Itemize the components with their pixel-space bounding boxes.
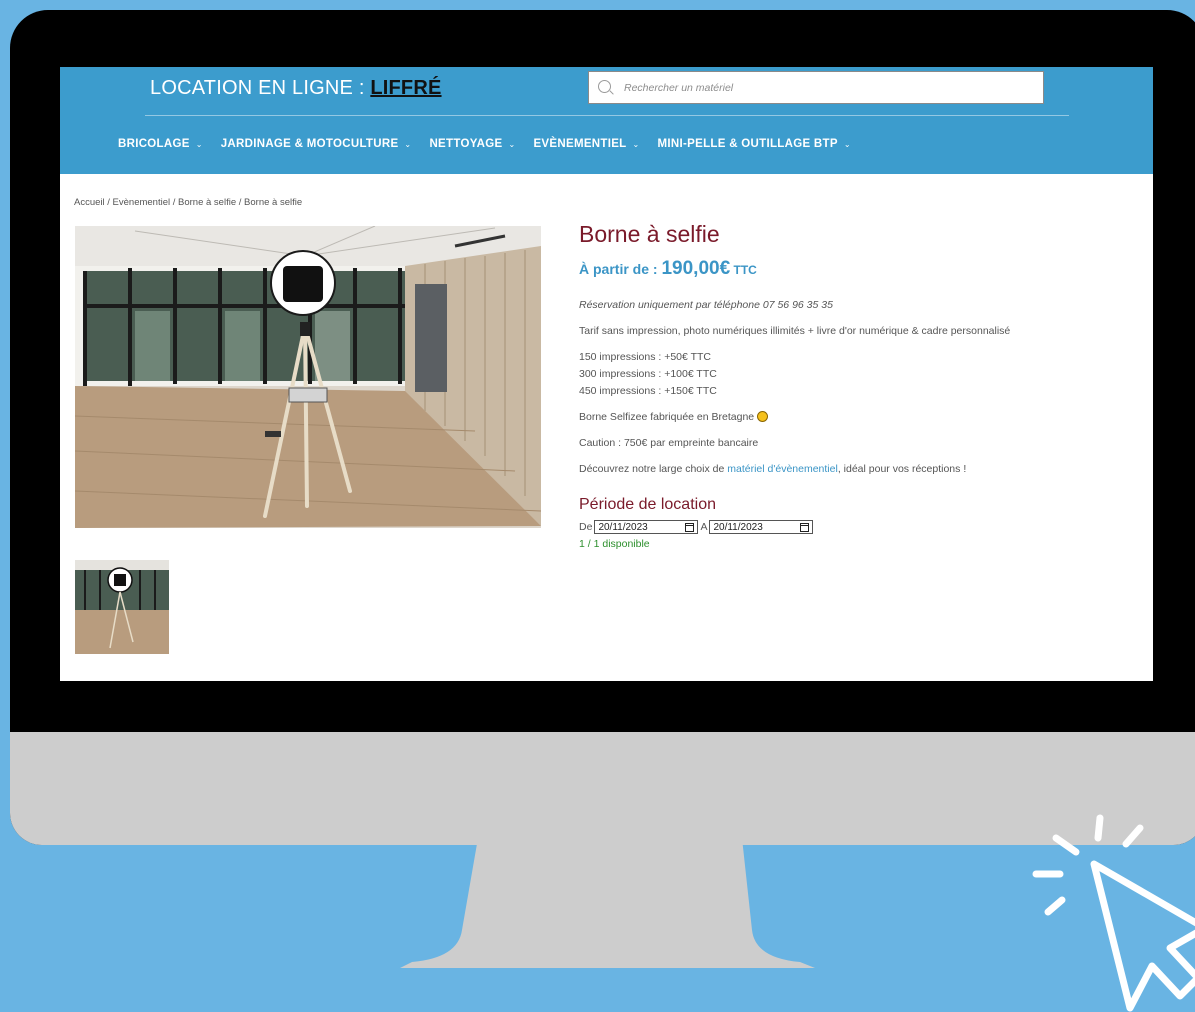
- reservation-note: Réservation uniquement par téléphone 07 …: [579, 299, 833, 311]
- calendar-icon[interactable]: [685, 522, 695, 532]
- price-suffix: TTC: [730, 263, 757, 277]
- header-divider: [145, 115, 1069, 116]
- end-date-input[interactable]: 20/11/2023: [709, 520, 814, 534]
- chevron-down-icon: ⌄: [404, 139, 412, 149]
- print-option: 450 impressions : +150€ TTC: [579, 385, 717, 397]
- discover-prefix: Découvrez notre large choix de: [579, 463, 728, 475]
- nav-item-label: EVÈNEMENTIEL: [533, 138, 627, 150]
- nav-item-nettoyage[interactable]: NETTOYAGE ⌄: [429, 138, 515, 150]
- site-title-prefix: LOCATION EN LIGNE :: [150, 77, 371, 99]
- product-thumbnail-photo: [75, 560, 169, 654]
- product-price: À partir de : 190,00€ TTC: [579, 258, 1099, 280]
- print-option: 300 impressions : +100€ TTC: [579, 368, 717, 380]
- calendar-icon[interactable]: [800, 522, 810, 532]
- origin-note: Borne Selfizee fabriquée en Bretagne: [579, 409, 1099, 426]
- nav-item-label: MINI-PELLE & OUTILLAGE BTP: [657, 138, 838, 150]
- nav-item-label: NETTOYAGE: [429, 138, 503, 150]
- discover-suffix: , idéal pour vos réceptions !: [837, 463, 967, 475]
- from-label: De: [579, 521, 593, 533]
- monitor: LOCATION EN LIGNE : LIFFRÉ BRICOLAGE ⌄ JA…: [10, 10, 1195, 845]
- search-icon: [598, 80, 611, 93]
- to-label: A: [700, 521, 708, 533]
- cursor-click-icon: [1032, 814, 1195, 1012]
- site-header: LOCATION EN LIGNE : LIFFRÉ BRICOLAGE ⌄ JA…: [60, 67, 1153, 174]
- discover-note: Découvrez notre large choix de matériel …: [579, 461, 1099, 478]
- product-main-image[interactable]: [75, 226, 541, 528]
- nav-item-label: JARDINAGE & MOTOCULTURE: [220, 138, 399, 150]
- monitor-chin: [10, 732, 1195, 845]
- price-value: 190,00€: [661, 258, 731, 279]
- site-title[interactable]: LOCATION EN LIGNE : LIFFRÉ: [150, 77, 442, 100]
- nav-item-evenementiel[interactable]: EVÈNEMENTIEL ⌄: [533, 138, 639, 150]
- smiley-icon: [757, 411, 769, 422]
- print-option: 150 impressions : +50€ TTC: [579, 351, 711, 363]
- price-prefix: À partir de :: [579, 261, 662, 277]
- end-date-value: 20/11/2023: [713, 521, 763, 533]
- nav-item-label: BRICOLAGE: [118, 138, 190, 150]
- caution-text: : 750€ par empreinte bancaire: [615, 437, 759, 449]
- origin-text: Borne Selfizee fabriquée en Bretagne: [579, 411, 758, 423]
- main-nav: BRICOLAGE ⌄ JARDINAGE & MOTOCULTURE ⌄ NETT…: [118, 138, 869, 150]
- caution-label: Caution: [579, 437, 616, 449]
- start-date-value: 20/11/2023: [598, 521, 648, 533]
- print-options: 150 impressions : +50€ TTC 300 impressio…: [579, 349, 1099, 400]
- search-box[interactable]: [588, 71, 1044, 104]
- chevron-down-icon: ⌄: [195, 139, 203, 149]
- product-title: Borne à selfie: [579, 221, 720, 247]
- chevron-down-icon: ⌄: [508, 139, 516, 149]
- caution-note: Caution : 750€ par empreinte bancaire: [579, 435, 1099, 452]
- chevron-down-icon: ⌄: [632, 139, 640, 149]
- availability-status: 1 / 1 disponible: [579, 538, 650, 550]
- chevron-down-icon: ⌄: [843, 139, 851, 149]
- site-title-city-link[interactable]: LIFFRÉ: [370, 77, 441, 99]
- product-details: Borne à selfie À partir de : 190,00€ TTC…: [579, 221, 1099, 550]
- search-input[interactable]: [622, 76, 1026, 100]
- browser-screen: LOCATION EN LIGNE : LIFFRÉ BRICOLAGE ⌄ JA…: [60, 67, 1153, 681]
- nav-item-mini-pelle[interactable]: MINI-PELLE & OUTILLAGE BTP ⌄: [658, 138, 851, 150]
- rental-period-row: De 20/11/2023 A 20/11/2023: [579, 520, 1099, 534]
- nav-item-jardinage[interactable]: JARDINAGE & MOTOCULTURE ⌄: [221, 138, 412, 150]
- start-date-input[interactable]: 20/11/2023: [594, 520, 699, 534]
- evenementiel-link[interactable]: matériel d'évènementiel: [727, 463, 838, 475]
- rental-period-title: Période de location: [579, 496, 716, 513]
- nav-item-bricolage[interactable]: BRICOLAGE ⌄: [118, 138, 203, 150]
- breadcrumb[interactable]: Accueil / Evènementiel / Borne à selfie …: [74, 197, 302, 208]
- product-photo: [75, 226, 541, 528]
- product-description: Tarif sans impression, photo numériques …: [579, 325, 1011, 337]
- product-thumbnail[interactable]: [75, 560, 169, 654]
